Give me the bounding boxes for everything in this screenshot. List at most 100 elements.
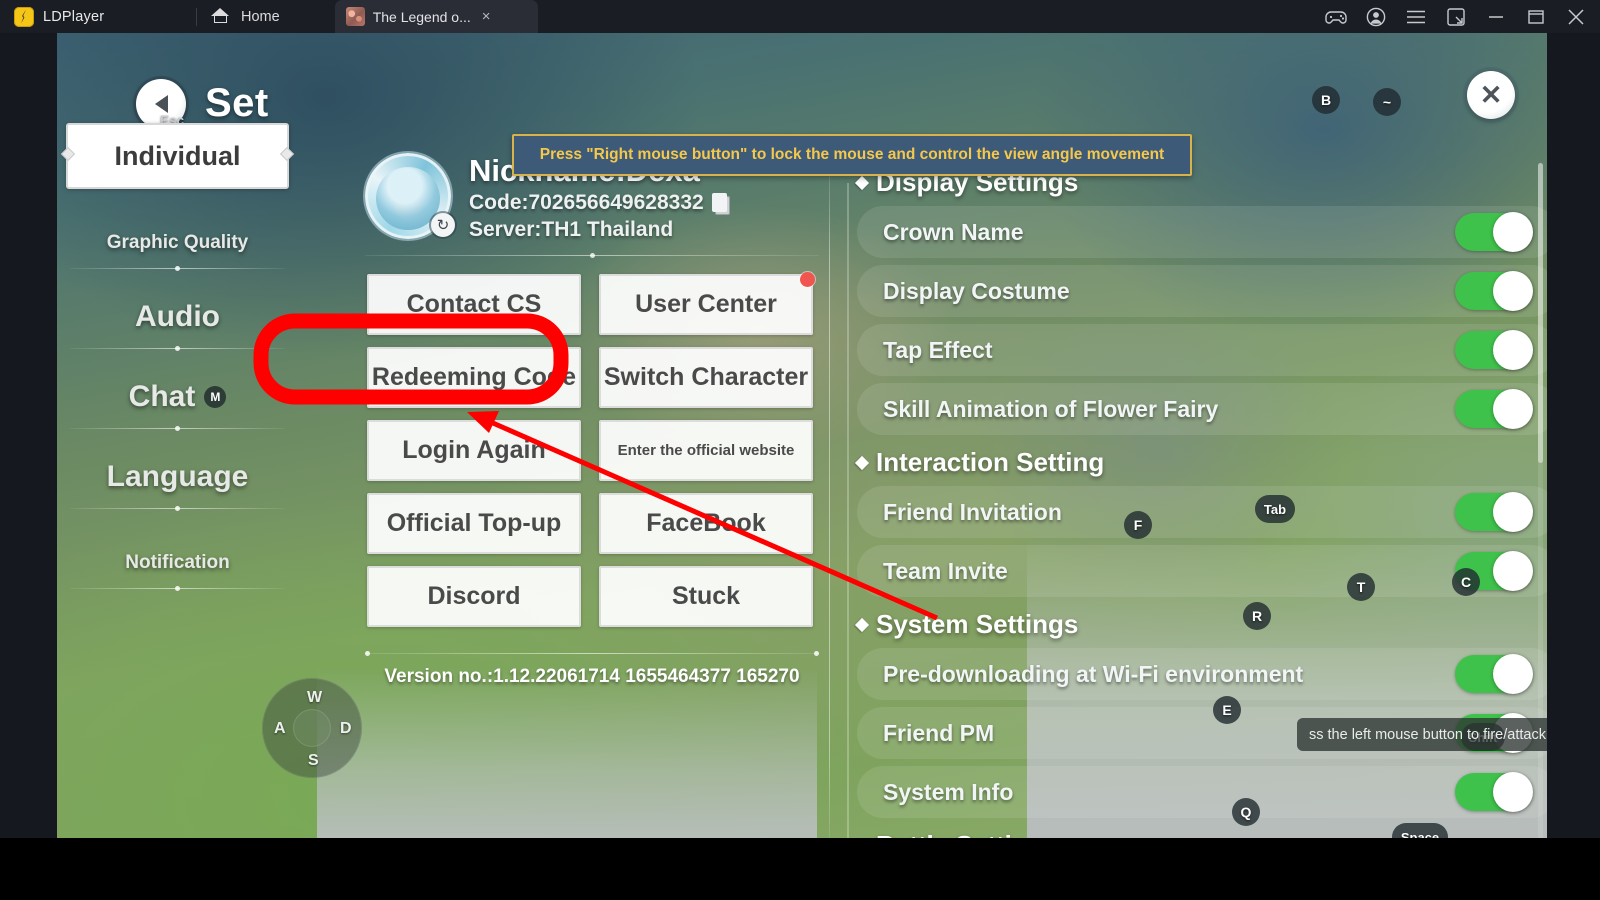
sidebar-item-graphic-quality[interactable]: Graphic Quality xyxy=(65,189,290,271)
setting-row-pre-downloading[interactable]: Pre-downloading at Wi-Fi environment xyxy=(857,648,1547,700)
contact-cs-button[interactable]: Contact CS xyxy=(367,273,581,335)
home-button[interactable]: Home xyxy=(211,8,280,25)
page-title: Set xyxy=(205,81,269,125)
copy-icon[interactable] xyxy=(711,193,727,213)
ldplayer-window: LDPlayer Home The Legend o... × Esc Set … xyxy=(0,0,1600,838)
keycap-e[interactable]: E xyxy=(1213,696,1241,724)
version-block: Version no.:1.12.22061714 1655464377 165… xyxy=(357,650,827,688)
sidebar-item-language[interactable]: Language xyxy=(65,429,290,511)
discord-button[interactable]: Discord xyxy=(367,565,581,627)
sidebar-item-label: Chat xyxy=(128,380,196,413)
close-icon[interactable] xyxy=(1556,0,1596,33)
sidebar-item-individual[interactable]: Individual xyxy=(66,123,289,189)
user-center-button[interactable]: User Center xyxy=(599,271,815,335)
wasd-joystick-overlay[interactable]: W A D S xyxy=(262,678,362,778)
official-topup-button[interactable]: Official Top-up xyxy=(367,492,581,554)
account-icon[interactable] xyxy=(1356,0,1396,33)
button-label: User Center xyxy=(635,289,777,318)
avatar[interactable]: ↻ xyxy=(365,153,455,239)
minimize-icon[interactable] xyxy=(1476,0,1516,33)
account-code: Code:702656649628332 xyxy=(469,190,704,214)
facebook-button[interactable]: FaceBook xyxy=(599,492,813,554)
keycap-r[interactable]: R xyxy=(1243,602,1271,630)
maximize-icon[interactable] xyxy=(1516,0,1556,33)
button-label: Discord xyxy=(427,581,521,610)
button-label: FaceBook xyxy=(646,508,766,537)
setting-row-friend-invitation[interactable]: Friend Invitation xyxy=(857,486,1547,538)
close-settings-button[interactable]: ✕ xyxy=(1467,71,1515,119)
keycap-f[interactable]: F xyxy=(1124,511,1152,539)
redeeming-code-button[interactable]: Redeeming Code xyxy=(367,346,581,408)
refresh-avatar-icon[interactable]: ↻ xyxy=(431,213,455,237)
toggle-knob xyxy=(1493,492,1533,532)
button-label: Switch Character xyxy=(603,362,809,391)
sidebar-item-label: Graphic Quality xyxy=(106,232,249,253)
keycap-b[interactable]: B xyxy=(1312,86,1340,114)
diamond-bullet-icon xyxy=(854,175,870,190)
keycap-space[interactable]: Space xyxy=(1392,823,1448,838)
tab-the-legend[interactable]: The Legend o... × xyxy=(334,0,538,33)
keycap-tilde[interactable]: ~ xyxy=(1373,88,1401,116)
button-label: Contact CS xyxy=(406,289,542,318)
fire-attack-tooltip: ss the left mouse button to fire/attack xyxy=(1297,718,1547,751)
menu-icon[interactable] xyxy=(1396,0,1436,33)
resize-icon[interactable] xyxy=(1436,0,1476,33)
group-title: Interaction Setting xyxy=(876,447,1105,477)
stuck-button[interactable]: Stuck xyxy=(599,565,813,627)
toggle-friend-invitation[interactable] xyxy=(1455,492,1533,532)
login-again-button[interactable]: Login Again xyxy=(367,419,581,481)
toggle-display-costume[interactable] xyxy=(1455,271,1533,311)
key-w: W xyxy=(307,689,323,706)
setting-row-tap-effect[interactable]: Tap Effect xyxy=(857,324,1547,376)
scrollbar-thumb[interactable] xyxy=(1538,163,1543,463)
setting-label: Tap Effect xyxy=(883,336,993,363)
setting-row-system-info[interactable]: System Info xyxy=(857,766,1547,818)
game-thumbnail-icon xyxy=(345,7,365,26)
ui-scrim-bottom xyxy=(317,668,817,838)
setting-label: Friend Invitation xyxy=(883,498,1062,525)
official-website-button[interactable]: Enter the official website xyxy=(599,419,813,481)
group-header-interaction-setting: Interaction Setting xyxy=(854,447,1547,478)
sidebar-divider xyxy=(70,506,285,511)
setting-row-team-invite[interactable]: Team Invite xyxy=(857,545,1547,597)
setting-row-skill-animation[interactable]: Skill Animation of Flower Fairy xyxy=(857,383,1547,435)
toggle-system-info[interactable] xyxy=(1455,772,1533,812)
setting-label: Crown Name xyxy=(883,218,1024,245)
version-divider xyxy=(365,650,819,656)
sidebar-item-label-row: Chat M xyxy=(129,380,227,414)
button-label: Login Again xyxy=(402,435,546,464)
sidebar-item-label: Language xyxy=(106,460,249,493)
toggle-crown-name[interactable] xyxy=(1455,212,1533,252)
keycap-q[interactable]: Q xyxy=(1232,798,1260,826)
back-arrow-icon xyxy=(154,95,168,113)
toggle-knob xyxy=(1493,271,1533,311)
sidebar-item-notification[interactable]: Notification xyxy=(65,509,290,591)
account-panel: ↻ Nickname:Dexa Code:702656649628332 Ser… xyxy=(357,153,827,688)
toggle-skill-animation[interactable] xyxy=(1455,389,1533,429)
setting-label: System Info xyxy=(883,778,1014,805)
sidebar-item-audio[interactable]: Audio xyxy=(65,269,290,351)
settings-sidebar: Individual Graphic Quality Audio Chat M … xyxy=(65,123,290,591)
home-icon xyxy=(211,8,230,25)
setting-row-display-costume[interactable]: Display Costume xyxy=(857,265,1547,317)
keycap-tab[interactable]: Tab xyxy=(1255,495,1295,523)
settings-panel-edge xyxy=(847,183,849,838)
button-label: Stuck xyxy=(671,581,741,610)
toggle-pre-downloading[interactable] xyxy=(1455,654,1533,694)
account-code-row: Code:702656649628332 xyxy=(469,191,727,215)
mouse-lock-banner: Press "Right mouse button" to lock the m… xyxy=(512,134,1192,176)
tab-label: The Legend o... xyxy=(372,8,471,25)
tab-close-icon[interactable]: × xyxy=(482,9,491,24)
sidebar-item-chat[interactable]: Chat M xyxy=(65,349,290,431)
gamepad-icon[interactable] xyxy=(1316,0,1356,33)
setting-row-crown-name[interactable]: Crown Name xyxy=(857,206,1547,258)
titlebar: LDPlayer Home The Legend o... × xyxy=(0,0,1600,33)
toggle-tap-effect[interactable] xyxy=(1455,330,1533,370)
toggle-knob xyxy=(1493,389,1533,429)
keycap-t[interactable]: T xyxy=(1347,573,1375,601)
account-divider xyxy=(365,252,819,258)
keycap-c[interactable]: C xyxy=(1452,568,1480,596)
key-s: S xyxy=(308,752,319,769)
game-viewport: Esc Set ✕ Individual Graphic Quality Aud… xyxy=(57,33,1547,838)
switch-character-button[interactable]: Switch Character xyxy=(599,346,813,408)
